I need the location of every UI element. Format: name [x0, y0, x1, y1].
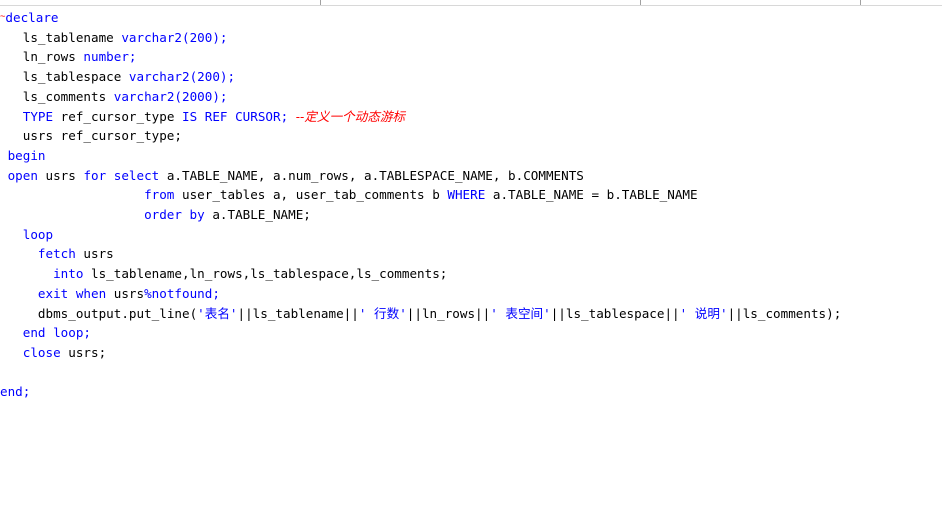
code-line[interactable]: begin — [0, 146, 46, 166]
code-token: ||ls_tablespace|| — [550, 305, 680, 321]
code-line[interactable]: dbms_output.put_line('表名'||ls_tablename|… — [0, 304, 841, 324]
toolbar-separator — [640, 0, 641, 5]
code-line[interactable]: from user_tables a, user_tab_comments b … — [0, 185, 698, 205]
code-token: IS REF CURSOR; — [182, 108, 289, 124]
code-token: declare — [5, 10, 59, 25]
code-line[interactable]: exit when usrs%notfound; — [0, 284, 220, 304]
code-token: for select — [83, 167, 160, 183]
code-line[interactable]: order by a.TABLE_NAME; — [0, 205, 311, 225]
code-token: ' 行数' — [358, 305, 407, 321]
toolbar-separator — [320, 0, 321, 5]
code-token: ls_comments — [22, 88, 107, 104]
code-token: a.TABLE_NAME = b.TABLE_NAME — [485, 187, 698, 203]
code-token: from — [144, 187, 175, 203]
code-token: usrs ref_cursor_type; — [22, 128, 182, 144]
code-line[interactable]: loop — [0, 225, 53, 245]
code-token: --定义一个动态游标 — [295, 108, 406, 124]
code-token: open — [7, 167, 38, 183]
code-token: varchar2(2000); — [113, 88, 228, 104]
code-line[interactable]: end; — [0, 382, 30, 402]
code-token: TYPE — [22, 108, 54, 124]
error-marker-icon: ~ — [0, 12, 6, 22]
code-token: close — [22, 344, 61, 360]
code-line[interactable]: into ls_tablename,ln_rows,ls_tablespace,… — [0, 264, 447, 284]
code-token: fetch — [37, 246, 76, 262]
code-token: ls_tablename — [22, 29, 114, 45]
code-token: WHERE — [447, 187, 486, 203]
code-token: order by — [144, 207, 205, 222]
code-line[interactable]: ~declare — [0, 8, 59, 28]
code-token: ' 说明' — [679, 305, 728, 321]
code-token: ||ls_comments); — [727, 305, 842, 321]
code-token: usrs — [37, 167, 84, 183]
code-line[interactable]: ls_tablespace varchar2(200); — [0, 67, 235, 87]
code-token: ls_tablespace — [22, 69, 122, 85]
code-token: end loop; — [22, 325, 91, 341]
code-line[interactable]: TYPE ref_cursor_type IS REF CURSOR; --定义… — [0, 107, 405, 127]
code-token: end; — [0, 384, 31, 400]
code-token: a.TABLE_NAME; — [204, 207, 311, 222]
toolbar-separator — [860, 0, 861, 5]
code-token: into — [53, 266, 84, 282]
code-token: dbms_output.put_line( — [37, 305, 198, 321]
code-token: ||ln_rows|| — [406, 305, 491, 321]
code-token: usrs; — [60, 344, 107, 360]
code-line[interactable]: close usrs; — [0, 343, 106, 363]
code-token: '表名' — [197, 305, 238, 321]
code-token: ref_cursor_type — [53, 108, 182, 124]
code-token: loop — [22, 226, 54, 242]
code-line[interactable]: fetch usrs — [0, 244, 114, 264]
code-token: usrs — [106, 285, 145, 301]
code-token: varchar2(200); — [128, 69, 236, 85]
code-token: user_tables a, user_tab_comments b — [174, 187, 448, 203]
code-line[interactable]: ln_rows number; — [0, 47, 137, 67]
editor-toolbar-strip — [0, 0, 942, 6]
code-token: ||ls_tablename|| — [237, 305, 359, 321]
code-token: varchar2(200); — [121, 29, 228, 45]
code-line[interactable]: end loop; — [0, 323, 91, 343]
code-token: %notfound; — [144, 285, 220, 301]
code-line[interactable]: ls_comments varchar2(2000); — [0, 87, 228, 107]
code-line[interactable]: usrs ref_cursor_type; — [0, 126, 182, 146]
code-token: ln_rows — [22, 49, 76, 65]
code-token: exit when — [37, 285, 107, 301]
code-line[interactable]: ls_tablename varchar2(200); — [0, 28, 228, 48]
code-token: number; — [83, 49, 137, 65]
code-token: ls_tablename,ln_rows,ls_tablespace,ls_co… — [83, 266, 448, 282]
code-token: usrs — [75, 246, 114, 262]
code-token: begin — [7, 147, 46, 163]
code-line[interactable]: open usrs for select a.TABLE_NAME, a.num… — [0, 166, 584, 186]
code-token: a.TABLE_NAME, a.num_rows, a.TABLESPACE_N… — [159, 167, 584, 183]
code-editor[interactable]: ~declare ls_tablename varchar2(200); ln_… — [0, 8, 942, 506]
code-token: ' 表空间' — [490, 305, 551, 321]
